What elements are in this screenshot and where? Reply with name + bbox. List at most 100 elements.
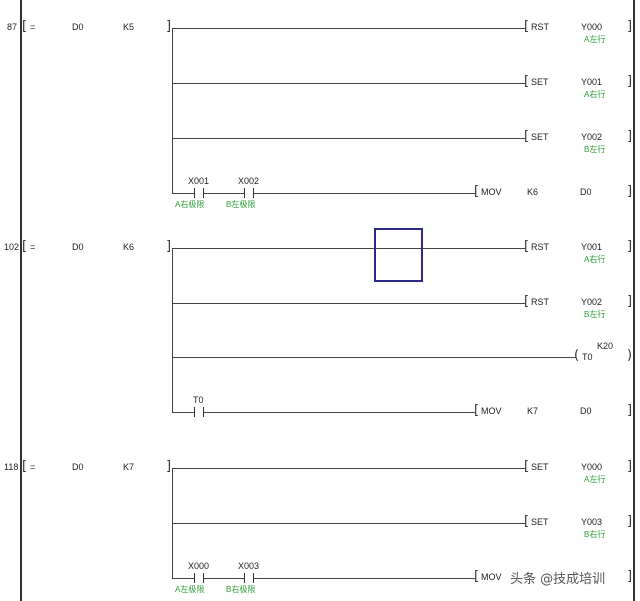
no-contact-icon[interactable]: [194, 573, 204, 583]
device-comment: A右行: [584, 255, 606, 264]
instr-bracket-open: [: [474, 569, 480, 584]
coil-paren-close: ): [627, 348, 633, 363]
device-comment: A左行: [584, 35, 606, 44]
instr-bracket-open: [: [524, 239, 530, 254]
branch-bus: [172, 248, 173, 413]
instr-bracket-open: [: [524, 19, 530, 34]
instr-bracket-close: ]: [627, 184, 633, 199]
device-comment: A左行: [584, 475, 606, 484]
instruction[interactable]: MOV: [481, 406, 502, 416]
timer-preset[interactable]: K20: [597, 341, 613, 351]
compare-bracket-open: [: [22, 19, 28, 34]
instruction[interactable]: RST: [531, 297, 549, 307]
operand[interactable]: Y000: [581, 22, 602, 32]
compare-bracket-close: ]: [166, 19, 172, 34]
instr-bracket-close: ]: [627, 129, 633, 144]
instruction[interactable]: MOV: [481, 187, 502, 197]
contact-label: X001: [188, 176, 210, 186]
device-comment: B左行: [584, 310, 606, 319]
wire: [172, 523, 525, 524]
instr-bracket-close: ]: [627, 459, 633, 474]
no-contact-icon[interactable]: [244, 573, 254, 583]
no-contact-icon[interactable]: [194, 407, 204, 417]
source-operand[interactable]: K6: [527, 187, 538, 197]
instruction[interactable]: SET: [531, 132, 549, 142]
step-number: 102: [4, 242, 20, 252]
compare-operator: =: [30, 22, 36, 32]
instr-bracket-open: [: [474, 184, 480, 199]
operand[interactable]: Y001: [581, 77, 602, 87]
compare-operator: =: [30, 242, 36, 252]
compare-s1: D0: [72, 22, 84, 32]
operand[interactable]: Y002: [581, 132, 602, 142]
wire: [172, 303, 525, 304]
device-comment: A右极限: [175, 200, 205, 209]
instr-bracket-close: ]: [627, 19, 633, 34]
step-number: 87: [7, 22, 18, 32]
compare-bracket-open: [: [22, 459, 28, 474]
left-power-rail: [20, 0, 22, 601]
instr-bracket-close: ]: [627, 294, 633, 309]
timer-coil[interactable]: T0: [582, 352, 593, 362]
compare-bracket-close: ]: [166, 239, 172, 254]
compare-s1: D0: [72, 462, 84, 472]
operand[interactable]: Y002: [581, 297, 602, 307]
compare-operator: =: [30, 462, 36, 472]
instr-bracket-open: [: [524, 74, 530, 89]
dest-operand[interactable]: D0: [580, 406, 592, 416]
dest-operand[interactable]: D0: [580, 187, 592, 197]
branch-bus: [172, 28, 173, 194]
instr-bracket-open: [: [524, 129, 530, 144]
instr-bracket-open: [: [524, 459, 530, 474]
wire: [172, 468, 525, 469]
wire: [172, 138, 525, 139]
wire: [172, 412, 475, 413]
compare-bracket-open: [: [22, 239, 28, 254]
device-comment: B左极限: [226, 200, 256, 209]
operand[interactable]: Y001: [581, 242, 602, 252]
instruction[interactable]: SET: [531, 462, 549, 472]
instr-bracket-close: ]: [627, 403, 633, 418]
wire: [172, 357, 576, 358]
instr-bracket-close: ]: [627, 514, 633, 529]
wire: [172, 248, 525, 249]
instruction[interactable]: MOV: [481, 572, 502, 582]
source-operand[interactable]: K7: [527, 406, 538, 416]
instruction[interactable]: RST: [531, 22, 549, 32]
step-number: 118: [4, 462, 19, 472]
compare-s2: K6: [123, 242, 135, 252]
contact-label: T0: [193, 395, 204, 405]
wire: [172, 28, 525, 29]
device-comment: A右行: [584, 90, 606, 99]
instr-bracket-close: ]: [627, 239, 633, 254]
watermark: 头条 @技成培训: [510, 572, 606, 587]
instr-bracket-close: ]: [627, 569, 633, 584]
no-contact-icon[interactable]: [244, 188, 254, 198]
compare-bracket-close: ]: [166, 459, 172, 474]
wire: [172, 578, 475, 579]
operand[interactable]: Y000: [581, 462, 602, 472]
instruction[interactable]: SET: [531, 77, 549, 87]
operand[interactable]: Y003: [581, 517, 602, 527]
device-comment: B左行: [584, 145, 606, 154]
instr-bracket-open: [: [524, 294, 530, 309]
instruction[interactable]: RST: [531, 242, 549, 252]
contact-label: X002: [238, 176, 260, 186]
coil-paren-open: (: [574, 348, 580, 363]
contact-label: X003: [238, 561, 260, 571]
device-comment: B右行: [584, 530, 606, 539]
device-comment: A左极限: [175, 585, 205, 594]
compare-s2: K5: [123, 22, 135, 32]
contact-label: X000: [188, 561, 210, 571]
cell-cursor[interactable]: [374, 228, 423, 282]
no-contact-icon[interactable]: [194, 188, 204, 198]
instr-bracket-open: [: [474, 403, 480, 418]
instr-bracket-open: [: [524, 514, 530, 529]
compare-s2: K7: [123, 462, 135, 472]
wire: [172, 193, 475, 194]
compare-s1: D0: [72, 242, 84, 252]
device-comment: B右极限: [226, 585, 256, 594]
instr-bracket-close: ]: [627, 74, 633, 89]
right-power-rail: [633, 0, 635, 601]
instruction[interactable]: SET: [531, 517, 549, 527]
